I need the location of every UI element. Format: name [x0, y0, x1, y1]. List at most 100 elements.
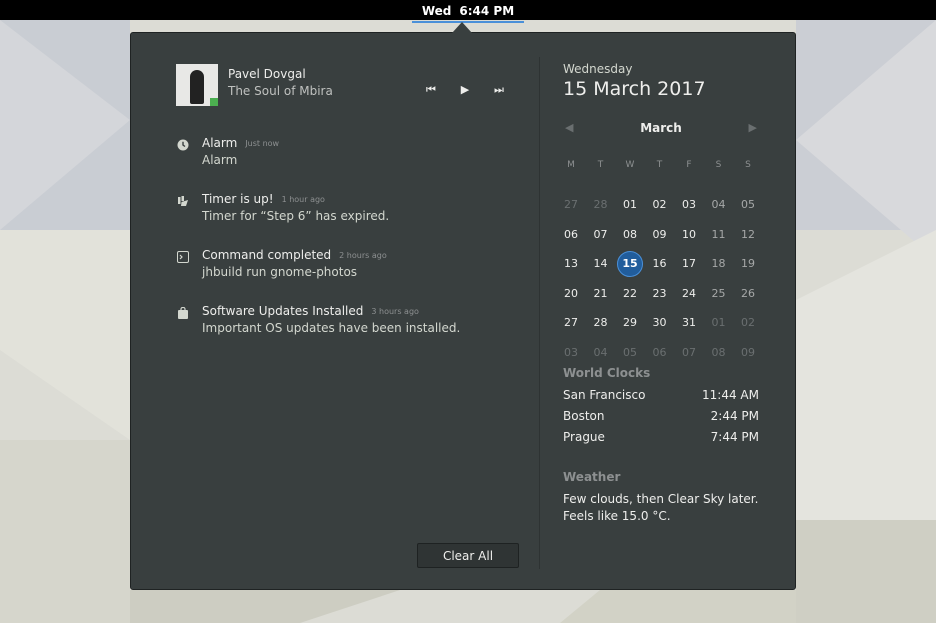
world-clock-city: Boston	[563, 409, 605, 423]
calendar-header: ◀ March ▶	[563, 121, 759, 137]
next-track-button[interactable]: ⏭	[488, 83, 510, 97]
calendar-day[interactable]: 04	[588, 340, 614, 366]
timer-icon	[178, 196, 188, 206]
calendar-day[interactable]: 07	[588, 222, 614, 248]
world-clock-time: 7:44 PM	[710, 430, 759, 444]
calendar-week-row: 13 14 15 16 17 18 19	[558, 251, 764, 281]
calendar-day[interactable]: 26	[735, 281, 761, 307]
calendar-weekday-label: F	[686, 160, 692, 170]
calendar-day[interactable]: 12	[735, 222, 761, 248]
notification-title: Software Updates Installed	[202, 304, 364, 318]
calendar-day[interactable]: 25	[706, 281, 732, 307]
notification-body: Timer for “Step 6” has expired.	[202, 209, 390, 223]
notification-title: Timer is up!	[202, 192, 274, 206]
world-clock-time: 11:44 AM	[702, 388, 759, 402]
calendar-day[interactable]: 10	[676, 222, 702, 248]
calendar-day[interactable]: 01	[617, 192, 643, 218]
calendar-day[interactable]: 18	[706, 251, 732, 277]
day-name: Wednesday	[563, 62, 633, 76]
media-artist: Pavel Dovgal	[228, 67, 306, 81]
notification-time: 2 hours ago	[339, 251, 387, 260]
weather-feels-like: Feels like 15.0 °C.	[563, 509, 671, 523]
calendar-day[interactable]: 05	[617, 340, 643, 366]
calendar-day[interactable]: 03	[558, 340, 584, 366]
calendar-day[interactable]: 16	[647, 251, 673, 277]
calendar-day[interactable]: 02	[735, 310, 761, 336]
calendar-weekday-label: S	[715, 160, 722, 170]
calendar-week-row: 03 04 05 06 07 08 09	[558, 340, 764, 370]
calendar-day[interactable]: 01	[706, 310, 732, 336]
calendar-week-row: 20 21 22 23 24 25 26	[558, 281, 764, 311]
calendar-day[interactable]: 07	[676, 340, 702, 366]
calendar-day[interactable]: 30	[647, 310, 673, 336]
album-art	[176, 64, 218, 106]
clock-time: 6:44 PM	[459, 4, 515, 18]
world-clock-city: Prague	[563, 430, 605, 444]
calendar-day[interactable]: 06	[558, 222, 584, 248]
notification-time: 1 hour ago	[281, 195, 325, 204]
media-controls: ⏮ ▶ ⏭	[420, 78, 510, 97]
media-player: Pavel Dovgal The Soul of Mbira ⏮ ▶ ⏭	[176, 64, 516, 106]
calendar-day[interactable]: 08	[706, 340, 732, 366]
calendar-day[interactable]: 20	[558, 281, 584, 307]
calendar-grid: M T W T F S S 27 28 01 02 03 04 05 06 07 08 09 10 11 12 13 14 1…	[558, 152, 764, 369]
calendar-day[interactable]: 31	[676, 310, 702, 336]
calendar-day[interactable]: 03	[676, 192, 702, 218]
calendar-day[interactable]: 22	[617, 281, 643, 307]
calendar-day[interactable]: 28	[588, 310, 614, 336]
clock-button[interactable]: Wed 6:44 PM	[411, 3, 525, 23]
notification-body: jhbuild run gnome-photos	[202, 265, 358, 279]
calendar-day[interactable]: 28	[588, 192, 614, 218]
calendar-week-row: 27 28 29 30 31 01 02	[558, 310, 764, 340]
calendar-day-today[interactable]: 15	[617, 251, 643, 277]
world-clock-time: 2:44 PM	[710, 409, 759, 423]
popup-pointer	[452, 22, 472, 33]
calendar-day[interactable]: 08	[617, 222, 643, 248]
previous-track-button[interactable]: ⏮	[420, 83, 442, 97]
calendar-day[interactable]: 09	[647, 222, 673, 248]
calendar-day[interactable]: 05	[735, 192, 761, 218]
calendar-day[interactable]: 27	[558, 310, 584, 336]
column-divider	[539, 57, 540, 569]
calendar-day[interactable]: 24	[676, 281, 702, 307]
weather-summary: Few clouds, then Clear Sky later.	[563, 492, 759, 506]
notification-title: Command completed	[202, 248, 332, 262]
top-bar: Wed 6:44 PM	[0, 0, 936, 23]
calendar-day[interactable]: 02	[647, 192, 673, 218]
calendar-day[interactable]: 27	[558, 192, 584, 218]
terminal-icon	[177, 251, 189, 263]
calendar-day[interactable]: 23	[647, 281, 673, 307]
alarm-clock-icon	[177, 139, 189, 151]
calendar-day[interactable]: 17	[676, 251, 702, 277]
calendar-weekday-label: T	[597, 160, 604, 170]
calendar-day[interactable]: 11	[706, 222, 732, 248]
calendar-weekday-label: S	[745, 160, 751, 170]
weather-title[interactable]: Weather	[563, 470, 620, 484]
calendar-day[interactable]: 14	[588, 251, 614, 277]
calendar-day[interactable]: 19	[735, 251, 761, 277]
calendar-day[interactable]: 04	[706, 192, 732, 218]
notification-title: Alarm	[202, 136, 238, 150]
calendar-day[interactable]: 13	[558, 251, 584, 277]
world-clocks-title[interactable]: World Clocks	[563, 366, 650, 380]
calendar-day[interactable]: 06	[647, 340, 673, 366]
play-button[interactable]: ▶	[454, 83, 476, 96]
calendar-day[interactable]: 21	[588, 281, 614, 307]
calendar-day[interactable]: 29	[617, 310, 643, 336]
calendar-week-row: 27 28 01 02 03 04 05	[558, 192, 764, 222]
calendar-weekday-row: MTWTFSS	[558, 152, 764, 192]
notification-time: 3 hours ago	[371, 307, 419, 316]
notification-time: Just now	[245, 139, 280, 148]
calendar-popup: Pavel Dovgal The Soul of Mbira ⏮ ▶ ⏭ Alarm…	[130, 22, 796, 590]
calendar-month: March	[640, 121, 682, 135]
clock-day: Wed	[421, 4, 452, 18]
notification-body: Important OS updates have been installed…	[202, 321, 461, 335]
clear-all-button[interactable]: Clear All	[417, 543, 519, 568]
shopping-bag-icon	[178, 307, 188, 319]
calendar-weekday-label: W	[625, 160, 635, 170]
calendar-day[interactable]: 09	[735, 340, 761, 366]
full-date: 15 March 2017	[563, 78, 706, 100]
media-track-title: The Soul of Mbira	[228, 84, 333, 98]
next-month-icon[interactable]: ▶	[749, 121, 757, 134]
world-clock-city: San Francisco	[563, 388, 646, 402]
